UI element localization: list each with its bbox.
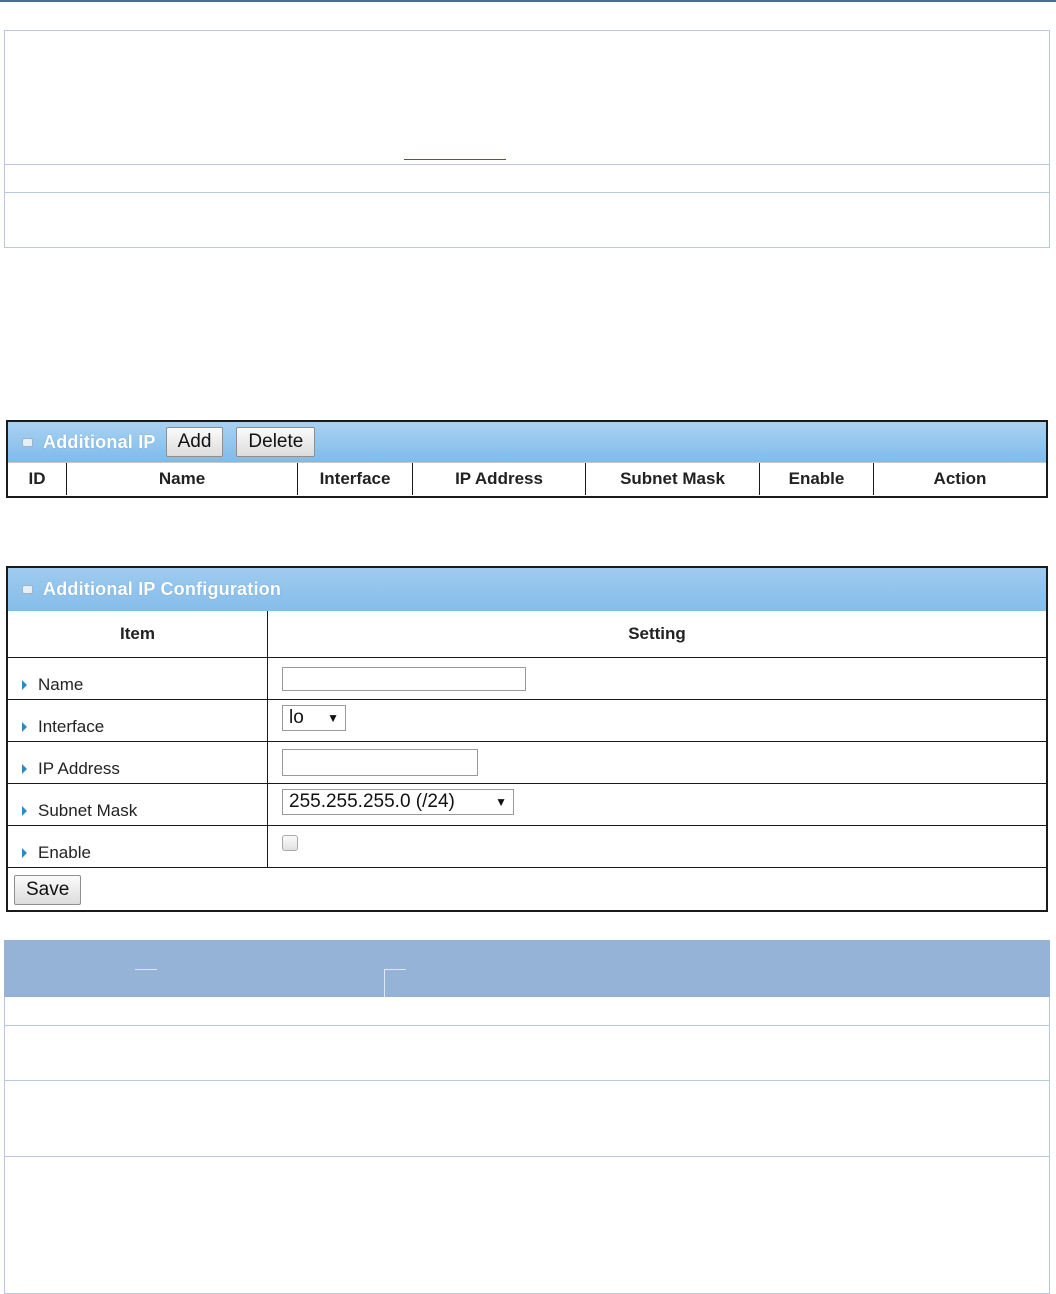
doc-table-row [5,164,1049,165]
item-label: Name [38,675,84,694]
dropdown-arrow-icon: ▼ [327,710,339,725]
col-header-interface: Interface [298,463,413,495]
item-label: Enable [38,843,91,862]
add-button[interactable]: Add [165,427,224,457]
doc-table-body [4,997,1050,1294]
panel-bullet-icon [22,437,33,447]
config-header-row: Item Setting [8,611,1046,658]
doc-table-top [4,30,1050,248]
enable-checkbox[interactable] [282,834,298,851]
item-label: IP Address [38,759,120,778]
caret-right-icon [22,680,27,690]
config-row-enable: Enable [8,826,1046,868]
col-header-item: Item [8,611,268,657]
setting-cell: lo ▼ [268,700,1046,741]
col-header-enable: Enable [760,463,874,495]
top-rule [0,0,1056,2]
subnet-mask-select[interactable]: 255.255.255.0 (/24) ▼ [282,788,514,815]
doc-table-header [4,940,1050,997]
ip-list-header-row: ID Name Interface IP Address Subnet Mask… [8,462,1046,495]
item-cell: IP Address [8,742,268,783]
col-header-subnet-mask: Subnet Mask [586,463,760,495]
delete-button[interactable]: Delete [236,427,316,457]
caret-right-icon [22,848,27,858]
divider [384,969,406,970]
col-header-name: Name [67,463,298,495]
doc-table-row [5,1156,1049,1157]
col-header-ip-address: IP Address [413,463,586,495]
item-cell: Interface [8,700,268,741]
setting-cell [268,826,1046,867]
caret-right-icon [22,764,27,774]
panel-title: Additional IP Configuration [43,579,282,599]
config-row-name: Name [8,658,1046,700]
item-label: Subnet Mask [38,801,138,820]
dropdown-arrow-icon: ▼ [495,794,507,809]
setting-cell [268,742,1046,783]
col-header-setting: Setting [628,624,686,643]
caret-right-icon [22,806,27,816]
item-cell: Name [8,658,268,699]
additional-ip-panel: Additional IP Add Delete ID Name Interfa… [6,420,1048,498]
doc-table-row [5,1080,1049,1081]
setting-cell: 255.255.255.0 (/24) ▼ [268,784,1046,825]
setting-cell [268,658,1046,699]
interface-select[interactable]: lo ▼ [282,704,346,731]
caret-right-icon [22,722,27,732]
col-header-action: Action [933,469,987,488]
additional-ip-header: Additional IP Add Delete [8,422,1046,462]
divider [384,969,385,997]
doc-table-bottom [4,940,1050,1294]
doc-table-row [5,192,1049,193]
link-underline [404,159,506,160]
name-input[interactable] [282,666,526,691]
item-cell: Enable [8,826,268,867]
additional-ip-config-panel: Additional IP Configuration Item Setting… [6,566,1048,912]
save-button[interactable]: Save [14,875,82,905]
col-header-id: ID [8,463,67,495]
divider [135,969,157,970]
config-row-subnet-mask: Subnet Mask 255.255.255.0 (/24) ▼ [8,784,1046,826]
ip-address-input[interactable] [282,749,478,776]
save-row: Save [8,868,1046,912]
config-row-ip-address: IP Address [8,742,1046,784]
interface-select-value: lo [289,706,304,728]
config-header: Additional IP Configuration [8,568,1046,611]
subnet-mask-select-value: 255.255.255.0 (/24) [289,790,455,812]
item-label: Interface [38,717,105,736]
config-row-interface: Interface lo ▼ [8,700,1046,742]
doc-table-row [5,1025,1049,1026]
panel-bullet-icon [22,585,33,594]
item-cell: Subnet Mask [8,784,268,825]
panel-title: Additional IP [43,431,156,452]
